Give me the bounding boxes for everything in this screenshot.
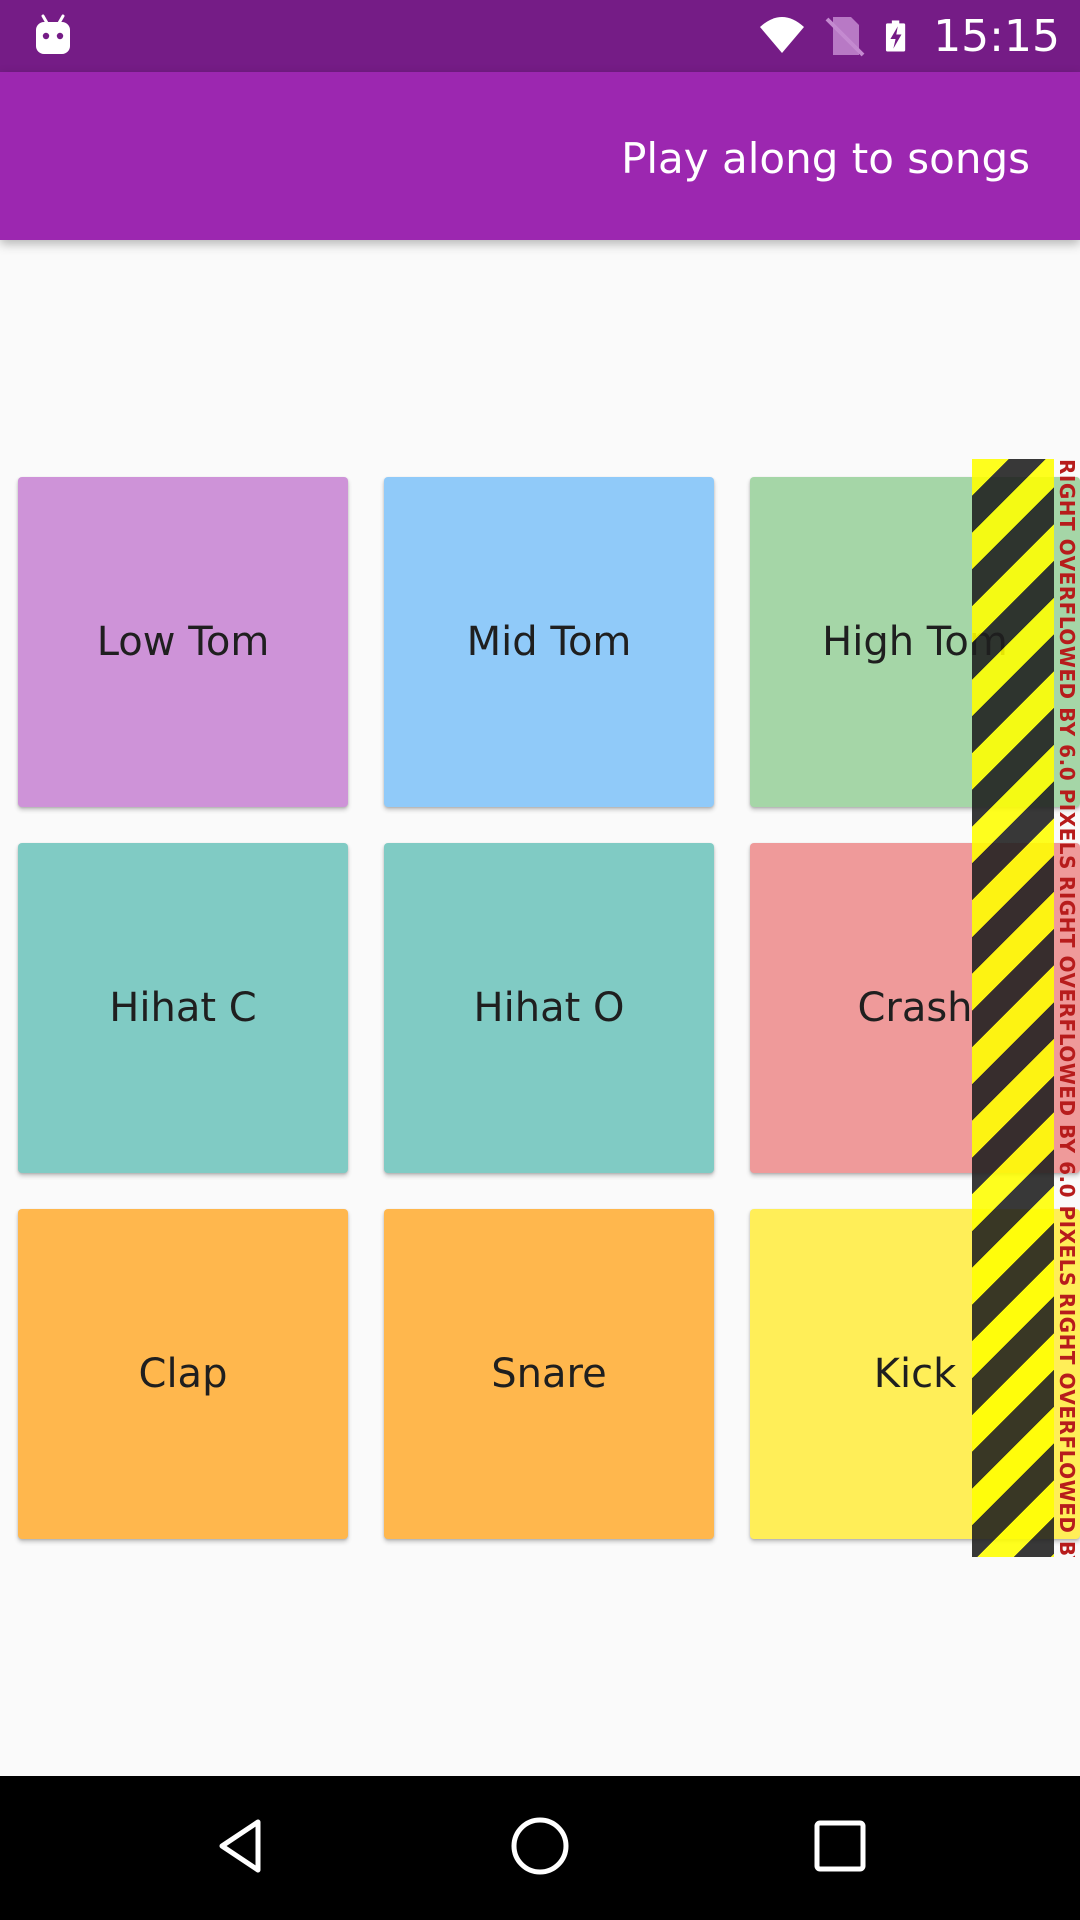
pad-label: Snare [491, 1351, 607, 1397]
recents-button[interactable] [790, 1796, 890, 1896]
screen: 15:15 Play along to songs Low Tom Mid To… [0, 0, 1080, 1920]
battery-charging-icon [886, 20, 906, 52]
app-bar: Play along to songs [0, 72, 1080, 240]
pad-snare[interactable]: Snare [384, 1209, 714, 1539]
pad-label: Clap [138, 1351, 228, 1397]
pad-label: Low Tom [96, 619, 270, 665]
nav-bar [0, 1776, 1080, 1920]
pad-hihat-closed[interactable]: Hihat C [18, 843, 348, 1173]
overflow-warning-stripes [972, 459, 1054, 1557]
pad-label: Crash [857, 985, 973, 1031]
pad-label: Mid Tom [466, 619, 632, 665]
overflow-warning: RIGHT OVERFLOWED BY 6.0 PIXELSRIGHT OVER… [1054, 459, 1080, 1557]
status-bar: 15:15 [0, 0, 1080, 72]
pad-hihat-open[interactable]: Hihat O [384, 843, 714, 1173]
recents-icon [814, 1820, 866, 1872]
back-icon [219, 1819, 261, 1873]
pad-low-tom[interactable]: Low Tom [18, 477, 348, 807]
android-icon [36, 14, 70, 54]
status-icons: 15:15 [759, 0, 1060, 72]
pad-clap[interactable]: Clap [18, 1209, 348, 1539]
pad-label: Kick [873, 1351, 957, 1397]
status-time: 15:15 [933, 10, 1060, 62]
wifi-icon [760, 17, 805, 53]
home-icon [511, 1817, 569, 1875]
pad-label: Hihat C [109, 985, 257, 1031]
pad-label: Hihat O [473, 985, 625, 1031]
app-bar-title[interactable]: Play along to songs [621, 134, 1030, 183]
no-sim-icon [825, 17, 865, 57]
home-button[interactable] [490, 1796, 590, 1896]
overflow-warning-text: RIGHT OVERFLOWED BY 6.0 PIXELSRIGHT OVER… [1055, 459, 1079, 1557]
back-button[interactable] [190, 1796, 290, 1896]
pad-mid-tom[interactable]: Mid Tom [384, 477, 714, 807]
